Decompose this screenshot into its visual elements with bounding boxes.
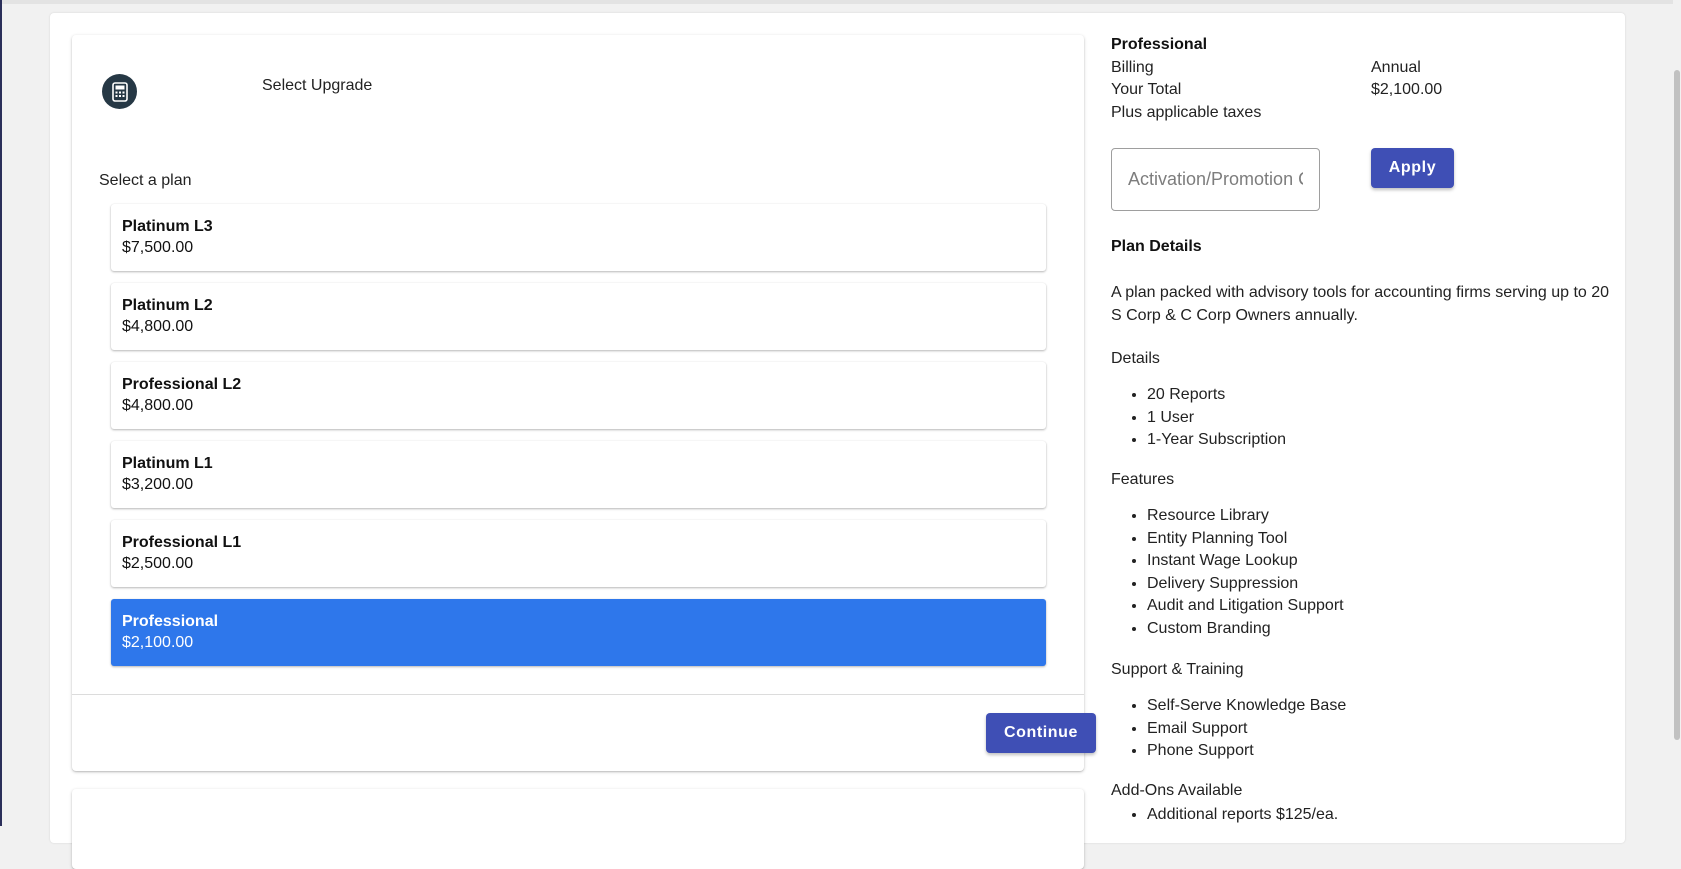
plan-list: Platinum L3 $7,500.00 Platinum L2 $4,800… — [111, 204, 1046, 678]
top-strip — [0, 0, 1681, 4]
list-item: Additional reports $125/ea. — [1147, 804, 1338, 827]
total-label: Your Total — [1111, 81, 1182, 98]
tax-note: Plus applicable taxes — [1111, 104, 1262, 121]
list-item: Self-Serve Knowledge Base — [1147, 695, 1346, 718]
support-heading: Support & Training — [1111, 661, 1244, 678]
checkout-panel: Select Upgrade Select a plan Platinum L3… — [50, 13, 1625, 869]
plan-price: $2,500.00 — [122, 555, 194, 572]
plan-name: Platinum L3 — [122, 218, 213, 235]
plan-option-platinum-l1[interactable]: Platinum L1 $3,200.00 — [111, 441, 1046, 508]
list-item: 1-Year Subscription — [1147, 429, 1286, 452]
plan-option-professional[interactable]: Professional $2,100.00 — [111, 599, 1046, 666]
scrollbar-track[interactable] — [1673, 0, 1681, 826]
total-value: $2,100.00 — [1371, 81, 1443, 98]
list-item: Delivery Suppression — [1147, 573, 1344, 596]
plan-details-heading: Plan Details — [1111, 238, 1202, 255]
list-item: Phone Support — [1147, 740, 1346, 763]
billing-value: Annual — [1371, 59, 1421, 76]
step-title: Select Upgrade — [262, 77, 373, 94]
continue-button[interactable]: Continue — [986, 713, 1096, 753]
list-item: 1 User — [1147, 407, 1286, 430]
plan-name: Professional L1 — [122, 534, 242, 551]
plan-name: Professional L2 — [122, 376, 242, 393]
plan-selection-card: Select Upgrade Select a plan Platinum L3… — [72, 35, 1096, 771]
summary-plan-name: Professional — [1111, 36, 1208, 53]
features-list: Resource Library Entity Planning Tool In… — [1111, 505, 1344, 640]
plan-name: Professional — [122, 613, 219, 630]
list-item: Instant Wage Lookup — [1147, 550, 1344, 573]
plan-name: Platinum L1 — [122, 455, 213, 472]
plan-option-professional-l2[interactable]: Professional L2 $4,800.00 — [111, 362, 1046, 429]
features-heading: Features — [1111, 471, 1175, 488]
plan-price: $7,500.00 — [122, 239, 194, 256]
support-list: Self-Serve Knowledge Base Email Support … — [1111, 695, 1346, 763]
plan-option-professional-l1[interactable]: Professional L1 $2,500.00 — [111, 520, 1046, 587]
billing-label: Billing — [1111, 59, 1154, 76]
apply-button[interactable]: Apply — [1371, 148, 1454, 188]
plan-price: $2,100.00 — [122, 634, 194, 651]
addons-heading: Add-Ons Available — [1111, 782, 1243, 799]
details-heading: Details — [1111, 350, 1160, 367]
plan-price: $4,800.00 — [122, 397, 194, 414]
list-item: Custom Branding — [1147, 618, 1344, 641]
select-plan-label: Select a plan — [99, 172, 192, 189]
list-item: Entity Planning Tool — [1147, 528, 1344, 551]
card-divider — [72, 694, 1084, 695]
plan-option-platinum-l2[interactable]: Platinum L2 $4,800.00 — [111, 283, 1046, 350]
window-left-edge — [0, 0, 2, 826]
list-item: Email Support — [1147, 718, 1346, 741]
details-list: 20 Reports 1 User 1-Year Subscription — [1111, 384, 1286, 452]
addons-list: Additional reports $125/ea. — [1111, 804, 1338, 827]
plan-name: Platinum L2 — [122, 297, 213, 314]
scrollbar-thumb[interactable] — [1674, 70, 1680, 740]
list-item: 20 Reports — [1147, 384, 1286, 407]
plan-option-platinum-l3[interactable]: Platinum L3 $7,500.00 — [111, 204, 1046, 271]
next-step-card — [72, 789, 1084, 869]
calculator-icon — [102, 74, 137, 109]
plan-price: $3,200.00 — [122, 476, 194, 493]
plan-description: A plan packed with advisory tools for ac… — [1111, 284, 1610, 324]
list-item: Resource Library — [1147, 505, 1344, 528]
promo-code-input[interactable] — [1111, 148, 1320, 211]
list-item: Audit and Litigation Support — [1147, 595, 1344, 618]
plan-price: $4,800.00 — [122, 318, 194, 335]
